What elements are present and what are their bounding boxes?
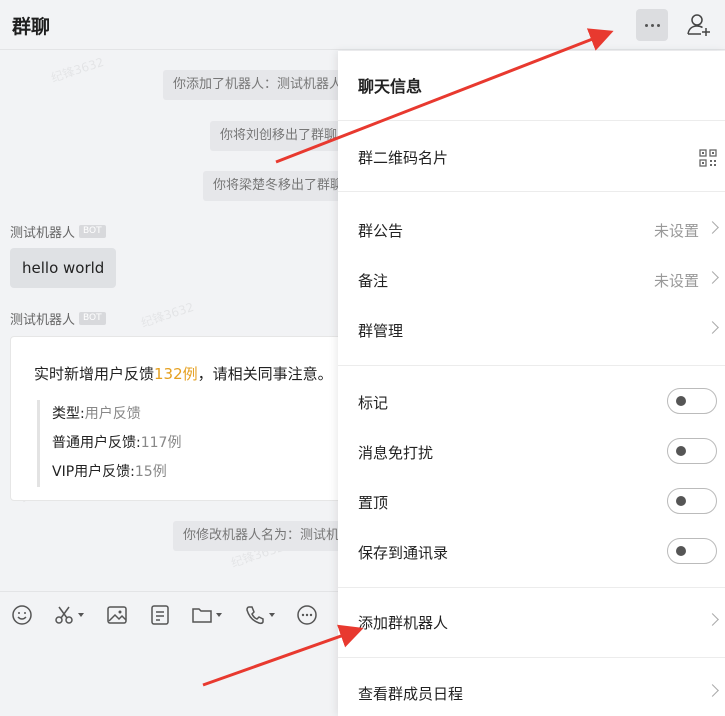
divider: [338, 657, 725, 658]
add-member-button[interactable]: [684, 10, 714, 40]
more-icon: [297, 605, 317, 625]
chat-info-panel: 聊天信息 群二维码名片 群公告 未设置 备注 未设置 群管理 标记 消息免打扰 …: [338, 51, 725, 716]
save-contacts-toggle[interactable]: [667, 538, 717, 564]
message-card[interactable]: 实时新增用户反馈132例，请相关同事注意。 类型:用户反馈 普通用户反馈:117…: [10, 336, 350, 501]
document-button[interactable]: [149, 604, 171, 626]
message-sender: 测试机器人 BOT: [10, 309, 106, 328]
pin-toggle[interactable]: [667, 488, 717, 514]
chevron-right-icon: [706, 271, 719, 284]
toggle-knob: [676, 396, 686, 406]
more-tools-button[interactable]: [296, 604, 318, 626]
panel-title: 聊天信息: [358, 77, 423, 96]
mark-toggle[interactable]: [667, 388, 717, 414]
chevron-down-icon: [269, 613, 275, 617]
toggle-knob: [676, 496, 686, 506]
row-label: 消息免打扰: [358, 444, 434, 462]
sender-name: 测试机器人: [10, 226, 76, 241]
image-icon: [107, 606, 127, 624]
system-message: 你修改机器人名为：测试机器人: [173, 521, 343, 551]
chevron-right-icon: [706, 221, 719, 234]
chevron-down-icon: [78, 613, 84, 617]
toggle-knob: [676, 546, 686, 556]
divider: [338, 587, 725, 588]
row-label: 添加群机器人: [358, 614, 449, 632]
card-line: 类型:用户反馈: [52, 406, 141, 422]
row-label: 查看群成员日程: [358, 685, 464, 703]
bot-badge: BOT: [79, 225, 106, 238]
add-person-icon: [687, 14, 710, 36]
chat-header: 群聊: [0, 0, 725, 50]
input-toolbar: [0, 591, 338, 716]
message-bubble[interactable]: hello world: [10, 248, 117, 288]
emoji-button[interactable]: [11, 604, 33, 626]
row-label: 群管理: [358, 322, 404, 340]
system-message: 你添加了机器人：测试机器人: [163, 70, 343, 100]
phone-icon: [246, 606, 264, 625]
row-label: 备注: [358, 272, 389, 290]
dot-icon: [650, 23, 654, 27]
folder-button[interactable]: [191, 604, 222, 626]
member-schedule-row[interactable]: 查看群成员日程: [338, 671, 725, 715]
group-manage-row[interactable]: 群管理: [338, 308, 725, 352]
mark-row: 标记: [338, 380, 725, 424]
message-sender: 测试机器人 BOT: [10, 222, 106, 241]
folder-icon: [192, 608, 212, 623]
call-button[interactable]: [244, 604, 275, 626]
emoji-icon: [12, 605, 32, 625]
mute-toggle[interactable]: [667, 438, 717, 464]
document-icon: [151, 605, 169, 625]
system-message: 你将刘创移出了群聊: [210, 121, 343, 151]
chat-title: 群聊: [12, 16, 51, 38]
row-value: 未设置: [653, 272, 699, 290]
divider: [338, 365, 725, 366]
card-line: 普通用户反馈:117例: [52, 435, 182, 451]
announcement-row[interactable]: 群公告 未设置: [338, 208, 725, 252]
chevron-right-icon: [706, 684, 719, 697]
add-group-bot-row[interactable]: 添加群机器人: [338, 600, 725, 644]
more-options-button[interactable]: [636, 9, 668, 41]
chevron-down-icon: [216, 613, 222, 617]
bot-badge: BOT: [79, 312, 106, 325]
sender-name: 测试机器人: [10, 313, 76, 328]
watermark: 纪锋3632: [139, 299, 196, 331]
row-label: 群公告: [358, 222, 404, 240]
scissors-icon: [55, 606, 73, 624]
remark-row[interactable]: 备注 未设置: [338, 258, 725, 302]
toggle-knob: [676, 446, 686, 456]
divider: [338, 191, 725, 192]
card-quote: 类型:用户反馈 普通用户反馈:117例 VIP用户反馈:15例: [37, 400, 181, 487]
card-title-highlight: 132例: [154, 365, 198, 383]
divider: [338, 120, 725, 121]
chevron-right-icon: [706, 613, 719, 626]
row-label: 标记: [358, 394, 389, 412]
row-label: 置顶: [358, 494, 389, 512]
dot-icon: [656, 23, 660, 27]
system-message: 你将梁楚冬移出了群聊: [203, 171, 343, 201]
qr-code-icon: [699, 149, 717, 167]
row-label: 群二维码名片: [358, 149, 449, 167]
chevron-right-icon: [706, 321, 719, 334]
watermark: 纪锋3632: [49, 54, 106, 86]
dot-icon: [644, 23, 648, 27]
card-line: VIP用户反馈:15例: [52, 464, 167, 480]
save-contacts-row: 保存到通讯录: [338, 530, 725, 574]
mute-row: 消息免打扰: [338, 430, 725, 474]
image-button[interactable]: [106, 604, 128, 626]
row-value: 未设置: [653, 222, 699, 240]
row-label: 保存到通讯录: [358, 544, 449, 562]
pin-row: 置顶: [338, 480, 725, 524]
card-title: 实时新增用户反馈132例，请相关同事注意。: [34, 365, 333, 383]
group-qr-row[interactable]: 群二维码名片: [338, 135, 725, 179]
screenshot-button[interactable]: [53, 604, 84, 626]
